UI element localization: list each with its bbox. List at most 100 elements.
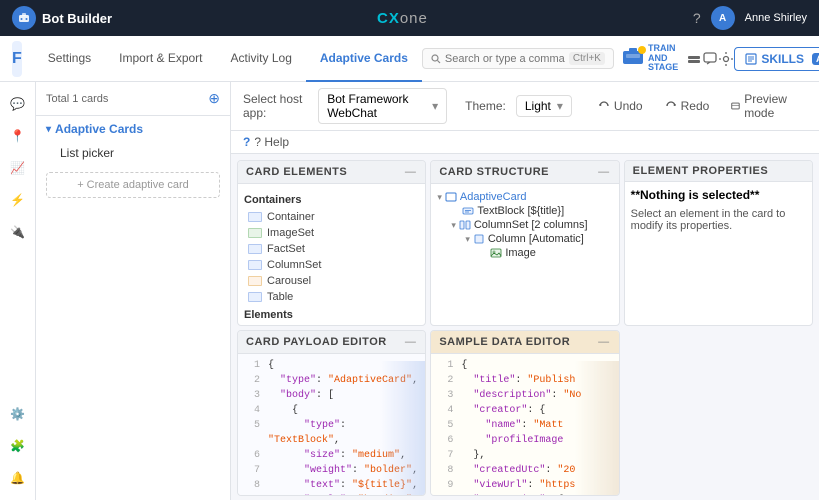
expand-icon: ▾ xyxy=(46,124,51,135)
help-icon[interactable]: ? xyxy=(693,10,701,26)
element-factset[interactable]: FactSet xyxy=(244,241,419,257)
element-carousel[interactable]: Carousel xyxy=(244,273,419,289)
element-columnset[interactable]: ColumnSet xyxy=(244,257,419,273)
main-area: 💬 📍 📈 ⚡ 🔌 ⚙️ 🧩 🔔 Total 1 cards ⊕ ▾ Adapt… xyxy=(0,82,819,500)
nav-activity-log[interactable]: Activity Log xyxy=(217,36,306,82)
tree-adaptive-card[interactable]: ▾ AdaptiveCard xyxy=(437,190,612,204)
factset-icon xyxy=(248,244,262,254)
payload-code: 1{ 2 "type": "AdaptiveCard", 3 "body": [… xyxy=(244,358,419,495)
sidebar-location-icon[interactable]: 📍 xyxy=(4,122,32,150)
element-properties-title: ELEMENT PROPERTIES xyxy=(633,165,769,177)
sample-data-panel: SAMPLE DATA EDITOR — 1{ 2 "title": "Publ… xyxy=(430,330,619,496)
tree-image[interactable]: Image xyxy=(437,246,612,260)
create-adaptive-card-button[interactable]: + Create adaptive card xyxy=(46,172,220,198)
search-input[interactable] xyxy=(445,53,565,65)
theme-select[interactable]: Light xyxy=(516,95,572,117)
tree-textblock[interactable]: TextBlock [${title}] xyxy=(437,204,612,218)
element-container[interactable]: Container xyxy=(244,209,419,225)
train-stage-dot xyxy=(638,46,646,54)
nav-logo[interactable]: F xyxy=(12,41,22,77)
gear-icon[interactable] xyxy=(718,43,734,75)
card-structure-title: CARD STRUCTURE xyxy=(439,166,549,178)
redo-button[interactable]: Redo xyxy=(659,96,716,116)
left-panel-header: Total 1 cards ⊕ xyxy=(36,82,230,116)
nav-import-export[interactable]: Import & Export xyxy=(105,36,216,82)
sample-code: 1{ 2 "title": "Publish 3 "description": … xyxy=(437,358,612,495)
exchange-icon[interactable] xyxy=(686,43,702,75)
card-elements-header: CARD ELEMENTS — xyxy=(238,161,425,184)
sidebar-bell-icon[interactable]: 🔔 xyxy=(4,464,32,492)
host-app-select[interactable]: Bot Framework WebChat xyxy=(318,88,447,124)
payload-minimize-icon[interactable]: — xyxy=(403,335,417,349)
sample-minimize-icon[interactable]: — xyxy=(597,335,611,349)
app-title: Bot Builder xyxy=(42,11,112,26)
imageset-icon xyxy=(248,228,262,238)
nav-settings[interactable]: Settings xyxy=(34,36,105,82)
payload-title: CARD PAYLOAD EDITOR xyxy=(246,336,387,348)
chat-bubble-icon[interactable] xyxy=(702,43,718,75)
sidebar-settings-icon[interactable]: ⚙️ xyxy=(4,400,32,428)
element-table[interactable]: Table xyxy=(244,289,419,305)
preview-icon xyxy=(731,100,740,112)
card-elements-body: Containers Container ImageSet FactSet xyxy=(238,184,425,325)
search-icon xyxy=(431,54,441,64)
minimize-icon[interactable]: — xyxy=(403,165,417,179)
nav-adaptive-cards[interactable]: Adaptive Cards xyxy=(306,36,422,82)
theme-label: Theme: xyxy=(465,99,506,113)
elements-section: Elements xyxy=(244,309,419,321)
user-name: Anne Shirley xyxy=(745,12,807,24)
skills-button[interactable]: SKILLS All xyxy=(734,47,819,71)
columnset-tree-icon xyxy=(459,220,471,230)
adaptive-cards-label: Adaptive Cards xyxy=(55,122,143,136)
card-elements-title: CARD ELEMENTS xyxy=(246,166,347,178)
sidebar-fork-icon[interactable]: ⚡ xyxy=(4,186,32,214)
columnset-icon xyxy=(248,260,262,270)
element-textblock[interactable]: TextBlock xyxy=(244,324,419,325)
avatar[interactable]: A xyxy=(711,6,735,30)
card-structure-body: ▾ AdaptiveCard TextBlock [${title}] ▾ Co… xyxy=(431,184,618,325)
undo-button[interactable]: Undo xyxy=(592,96,649,116)
containers-section: Containers xyxy=(244,194,419,206)
sidebar-chat-icon[interactable]: 💬 xyxy=(4,90,32,118)
sidebar-chart-icon[interactable]: 📈 xyxy=(4,154,32,182)
card-structure-panel: CARD STRUCTURE — ▾ AdaptiveCard xyxy=(430,160,619,326)
tree-columnset[interactable]: ▾ ColumnSet [2 columns] xyxy=(437,218,612,232)
sidebar-puzzle-icon[interactable]: 🧩 xyxy=(4,432,32,460)
textblock-tree-icon xyxy=(462,206,474,216)
help-label: ? Help xyxy=(254,135,289,149)
card-payload-panel: CARD PAYLOAD EDITOR — 1{ 2 "type": "Adap… xyxy=(237,330,426,496)
element-properties-body: **Nothing is selected** Select an elemen… xyxy=(625,182,812,325)
sample-data-header: SAMPLE DATA EDITOR — xyxy=(431,331,618,354)
structure-minimize-icon[interactable]: — xyxy=(597,165,611,179)
sample-data-body[interactable]: 1{ 2 "title": "Publish 3 "description": … xyxy=(431,354,618,495)
train-stage-button[interactable]: TRAIN AND STAGE xyxy=(614,44,686,74)
redo-icon xyxy=(665,100,677,112)
preview-mode-button[interactable]: Preview mode xyxy=(725,89,807,123)
left-panel: Total 1 cards ⊕ ▾ Adaptive Cards List pi… xyxy=(36,82,231,500)
panels-grid: CARD ELEMENTS — Containers Container Ima… xyxy=(231,154,819,500)
content-area: Select host app: Bot Framework WebChat T… xyxy=(231,82,819,500)
tree-parent-adaptive[interactable]: ▾ Adaptive Cards xyxy=(36,116,230,142)
add-card-icon[interactable]: ⊕ xyxy=(208,90,220,107)
logo-icon xyxy=(12,6,36,30)
secondary-nav: F Settings Import & Export Activity Log … xyxy=(0,36,819,82)
list-picker-item[interactable]: List picker xyxy=(36,142,230,164)
top-bar: Bot Builder CXone ? A Anne Shirley xyxy=(0,0,819,36)
total-cards-label: Total 1 cards xyxy=(46,93,108,105)
payload-body[interactable]: 1{ 2 "type": "AdaptiveCard", 3 "body": [… xyxy=(238,354,425,495)
element-properties-header: ELEMENT PROPERTIES xyxy=(625,161,812,182)
search-box[interactable]: Ctrl+K xyxy=(422,48,614,69)
card-structure-header: CARD STRUCTURE — xyxy=(431,161,618,184)
container-icon xyxy=(248,212,262,222)
panel-controls: — xyxy=(403,165,417,179)
help-row: ? ? Help xyxy=(231,131,819,154)
adaptive-card-icon xyxy=(445,192,457,202)
carousel-icon xyxy=(248,276,262,286)
sidebar-plug-icon[interactable]: 🔌 xyxy=(4,218,32,246)
tree-column[interactable]: ▾ Column [Automatic] xyxy=(437,232,612,246)
element-imageset[interactable]: ImageSet xyxy=(244,225,419,241)
column-tree-icon xyxy=(473,234,485,244)
train-label: TRAIN AND xyxy=(648,44,678,64)
card-elements-panel: CARD ELEMENTS — Containers Container Ima… xyxy=(237,160,426,326)
skills-all-badge: All xyxy=(812,53,819,65)
